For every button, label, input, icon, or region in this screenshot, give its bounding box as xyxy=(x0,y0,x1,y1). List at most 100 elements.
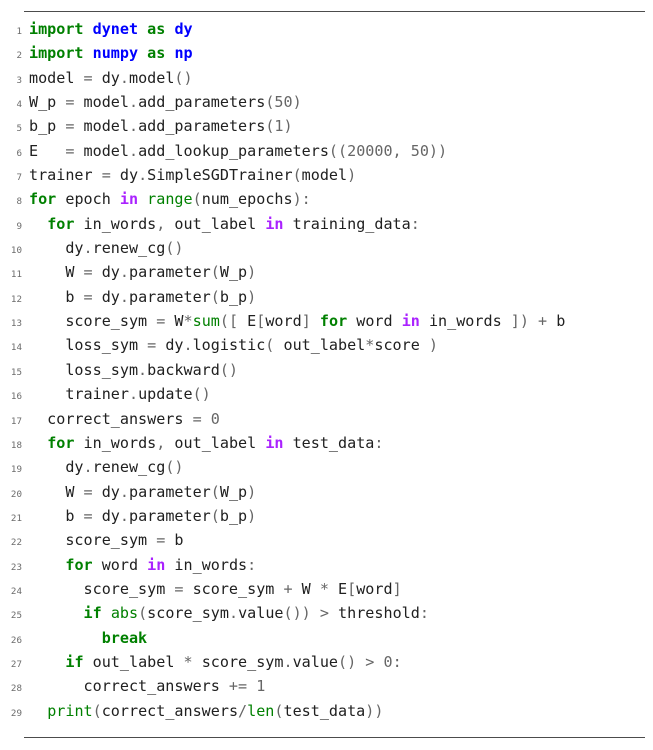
code-line: 14 loss_sym = dy.logistic( out_label*sco… xyxy=(0,333,653,357)
code-token: loss_sym xyxy=(29,360,139,379)
code-token: dy xyxy=(156,336,184,355)
code-line-text: for epoch in range(num_epochs): xyxy=(29,190,311,208)
code-token: ] xyxy=(392,579,402,598)
code-token: dy xyxy=(92,287,120,306)
code-line: 29 print(correct_answers/len(test_data)) xyxy=(0,699,653,723)
code-token: = xyxy=(83,482,93,501)
code-token: 50 xyxy=(274,93,293,112)
code-line-text: trainer.update() xyxy=(29,385,210,404)
code-line-text: model = dy.model() xyxy=(29,69,193,87)
code-line: 11 W = dy.parameter(W_p) xyxy=(0,260,653,284)
code-token: dy xyxy=(174,20,193,38)
code-token: = xyxy=(83,263,93,282)
code-token: renew_cg xyxy=(92,458,166,477)
code-token: model xyxy=(74,117,129,136)
code-token: . xyxy=(83,239,93,258)
code-line-text: W = dy.parameter(W_p) xyxy=(29,483,256,501)
code-token: test_data xyxy=(283,433,375,452)
code-token: as xyxy=(147,44,166,63)
code-token: in_words xyxy=(74,433,157,452)
code-token: b_p xyxy=(29,117,66,136)
code-token: logistic xyxy=(192,336,266,355)
code-token: score_sym xyxy=(192,652,284,671)
code-token: training_data xyxy=(283,214,411,233)
code-token: = xyxy=(101,166,111,185)
code-line-text: if out_label * score_sym.value() > 0: xyxy=(29,652,401,671)
code-token: = xyxy=(147,336,157,355)
code-token: = xyxy=(83,506,93,525)
code-token: 1 xyxy=(256,677,266,696)
code-line: 20 W = dy.parameter(W_p) xyxy=(0,480,653,504)
code-token: : xyxy=(374,433,384,452)
line-number: 25 xyxy=(10,610,22,622)
code-token: dy xyxy=(29,458,84,477)
code-line: 15 loss_sym.backward() xyxy=(0,358,653,382)
code-token: ( xyxy=(192,190,202,209)
code-token: in xyxy=(147,555,166,574)
code-token: [ xyxy=(347,579,357,598)
code-line: 22 score_sym = b xyxy=(0,528,653,552)
code-line: 18 for in_words, out_label in test_data: xyxy=(0,431,653,455)
code-token: , xyxy=(156,433,166,452)
code-token: W xyxy=(292,579,320,598)
code-token: abs xyxy=(110,604,139,623)
line-number: 29 xyxy=(10,707,22,719)
code-token: trainer xyxy=(29,166,102,185)
code-line-text: correct_answers += 1 xyxy=(29,677,266,696)
code-token: = xyxy=(83,68,93,87)
code-line-text: loss_sym.backward() xyxy=(29,361,238,379)
listing-bottom-rule xyxy=(24,737,645,738)
line-number: 19 xyxy=(10,464,22,476)
code-line: 17 correct_answers = 0 xyxy=(0,407,653,431)
code-token: + xyxy=(538,312,548,331)
code-line-text: correct_answers = 0 xyxy=(29,410,220,428)
code-token: SimpleSGDTrainer xyxy=(147,166,293,185)
code-token: renew_cg xyxy=(92,239,166,258)
code-token: * xyxy=(365,336,375,355)
code-token: W xyxy=(29,263,84,282)
code-line-text: b = dy.parameter(b_p) xyxy=(29,288,256,306)
code-token: ) xyxy=(347,166,357,185)
code-token: . xyxy=(283,652,293,671)
code-token: 50 xyxy=(410,141,429,160)
code-token: (( xyxy=(328,141,348,160)
code-line: 4 W_p = model.add_parameters(50) xyxy=(0,90,653,114)
code-token: backward xyxy=(147,360,220,379)
code-token: value xyxy=(238,604,284,623)
code-line: 6E = model.add_lookup_parameters((20000,… xyxy=(0,139,653,163)
code-token: score_sym xyxy=(29,312,157,331)
code-token: : xyxy=(419,604,429,623)
code-token: out_label xyxy=(83,652,184,671)
code-line-text: E = model.add_lookup_parameters((20000, … xyxy=(29,142,447,160)
code-token: parameter xyxy=(128,506,211,525)
code-token: ( xyxy=(210,287,220,306)
code-token: add_parameters xyxy=(138,117,266,136)
code-token: ]) xyxy=(510,312,529,331)
code-token: . xyxy=(183,336,193,355)
code-token: in xyxy=(401,312,420,331)
code-line-text: for in_words, out_label in test_data: xyxy=(29,434,383,452)
code-token: trainer xyxy=(29,385,129,404)
code-line: 24 score_sym = score_sym + W * E[word] xyxy=(0,577,653,601)
code-token: 0 xyxy=(383,652,393,671)
code-token: W xyxy=(165,312,184,331)
code-token: . xyxy=(128,385,139,404)
code-token: : xyxy=(247,555,257,574)
code-token: if xyxy=(83,604,102,623)
code-token: ) xyxy=(428,336,438,355)
code-token: b_p xyxy=(219,287,248,306)
code-token: threshold xyxy=(328,604,420,623)
code-token: sum xyxy=(192,312,220,331)
code-token: word xyxy=(347,312,402,331)
code-token: for xyxy=(65,555,93,574)
code-token: . xyxy=(119,482,129,501)
code-token: in_words xyxy=(165,555,248,574)
code-token: . xyxy=(128,141,139,160)
line-number: 16 xyxy=(10,391,22,403)
code-token: ) xyxy=(292,93,302,112)
code-token: score_sym xyxy=(29,579,175,598)
code-token: . xyxy=(128,117,139,136)
code-line: 10 dy.renew_cg() xyxy=(0,236,653,260)
